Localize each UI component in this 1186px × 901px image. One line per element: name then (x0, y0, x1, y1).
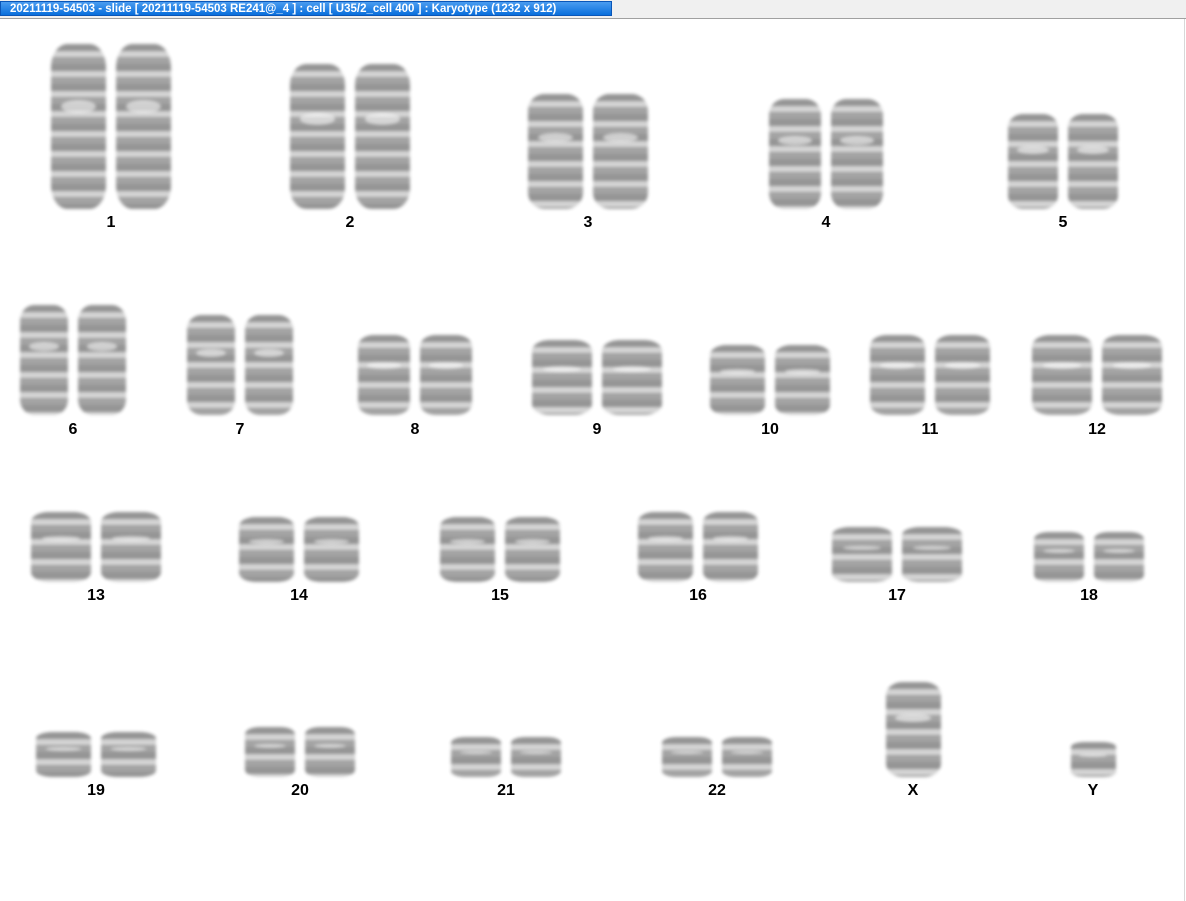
chromosome-pair-11[interactable] (870, 335, 990, 415)
chromosome-pair-13[interactable] (31, 512, 161, 582)
chromosome-label-7: 7 (235, 421, 245, 438)
chromosome-10-2[interactable] (775, 345, 830, 415)
chromosome-x-1[interactable] (885, 682, 941, 777)
chromosome-pair-19[interactable] (36, 732, 156, 777)
karyotype-canvas[interactable]: 1 2 3 4 5 6 7 8 9 10 11 12 13 14 15 16 17 18 19 20 21 22 X Y (0, 19, 1185, 901)
chromosome-y-1[interactable] (1070, 742, 1116, 777)
chromosome-label-9: 9 (592, 421, 602, 438)
window-title[interactable]: 20211119-54503 - slide [ 20211119-54503 … (0, 1, 612, 16)
chromosome-2-1[interactable] (290, 64, 345, 209)
chromosome-label-10: 10 (761, 421, 779, 438)
chromosome-pair-3[interactable] (528, 94, 648, 209)
chromosome-4-2[interactable] (831, 99, 883, 209)
chromosome-17-1[interactable] (832, 527, 892, 582)
chromosome-pair-y[interactable] (1070, 742, 1116, 777)
chromosome-label-17: 17 (888, 587, 906, 604)
chromosome-22-2[interactable] (722, 737, 772, 777)
chromosome-pair-16[interactable] (638, 512, 758, 582)
chromosome-14-2[interactable] (304, 517, 359, 582)
chromosome-label-15: 15 (491, 587, 509, 604)
chromosome-3-1[interactable] (528, 94, 583, 209)
chromosome-1-1[interactable] (51, 44, 106, 209)
chromosome-pair-15[interactable] (440, 517, 560, 582)
chromosome-17-2[interactable] (902, 527, 962, 582)
chromosome-7-2[interactable] (245, 315, 293, 415)
chromosome-label-13: 13 (87, 587, 105, 604)
chromosome-label-1: 1 (106, 214, 116, 231)
chromosome-pair-2[interactable] (290, 64, 410, 209)
chromosome-label-6: 6 (68, 421, 78, 438)
chromosome-16-1[interactable] (638, 512, 693, 582)
chromosome-pair-22[interactable] (662, 737, 772, 777)
chromosome-8-1[interactable] (358, 335, 410, 415)
chromosome-pair-12[interactable] (1032, 335, 1162, 415)
chromosome-10-1[interactable] (710, 345, 765, 415)
chromosome-pair-x[interactable] (885, 682, 941, 777)
chromosome-21-1[interactable] (451, 737, 501, 777)
chromosome-5-2[interactable] (1068, 114, 1118, 209)
chromosome-pair-8[interactable] (358, 335, 472, 415)
chromosome-5-1[interactable] (1008, 114, 1058, 209)
chromosome-label-2: 2 (345, 214, 355, 231)
chromosome-18-2[interactable] (1094, 532, 1144, 582)
chromosome-22-1[interactable] (662, 737, 712, 777)
chromosome-pair-1[interactable] (51, 44, 171, 209)
chromosome-21-2[interactable] (511, 737, 561, 777)
chromosome-label-20: 20 (291, 782, 309, 799)
chromosome-pair-20[interactable] (245, 727, 355, 777)
chromosome-13-1[interactable] (31, 512, 91, 582)
chromosome-label-5: 5 (1058, 214, 1068, 231)
chromosome-19-2[interactable] (101, 732, 156, 777)
chromosome-13-2[interactable] (101, 512, 161, 582)
chromosome-15-1[interactable] (440, 517, 495, 582)
chromosome-label-21: 21 (497, 782, 515, 799)
chromosome-label-18: 18 (1080, 587, 1098, 604)
chromosome-pair-6[interactable] (20, 305, 126, 415)
chromosome-20-2[interactable] (305, 727, 355, 777)
chromosome-label-3: 3 (583, 214, 593, 231)
chromosome-pair-21[interactable] (451, 737, 561, 777)
chromosome-label-x: X (907, 782, 919, 799)
chromosome-12-2[interactable] (1102, 335, 1162, 415)
chromosome-label-19: 19 (87, 782, 105, 799)
chromosome-7-1[interactable] (187, 315, 235, 415)
chromosome-9-2[interactable] (602, 340, 662, 415)
chromosome-pair-14[interactable] (239, 517, 359, 582)
chromosome-16-2[interactable] (703, 512, 758, 582)
chromosome-9-1[interactable] (532, 340, 592, 415)
window-title-bar: 20211119-54503 - slide [ 20211119-54503 … (0, 0, 1186, 19)
chromosome-label-22: 22 (708, 782, 726, 799)
chromosome-pair-7[interactable] (187, 315, 293, 415)
chromosome-8-2[interactable] (420, 335, 472, 415)
chromosome-19-1[interactable] (36, 732, 91, 777)
chromosome-label-8: 8 (410, 421, 420, 438)
chromosome-11-2[interactable] (935, 335, 990, 415)
chromosome-label-y: Y (1087, 782, 1099, 799)
chromosome-label-4: 4 (821, 214, 831, 231)
chromosome-1-2[interactable] (116, 44, 171, 209)
chromosome-14-1[interactable] (239, 517, 294, 582)
chromosome-11-1[interactable] (870, 335, 925, 415)
chromosome-label-14: 14 (290, 587, 308, 604)
chromosome-pair-9[interactable] (532, 340, 662, 415)
chromosome-6-2[interactable] (78, 305, 126, 415)
chromosome-label-16: 16 (689, 587, 707, 604)
chromosome-label-11: 11 (921, 421, 939, 438)
chromosome-15-2[interactable] (505, 517, 560, 582)
chromosome-2-2[interactable] (355, 64, 410, 209)
chromosome-pair-10[interactable] (710, 345, 830, 415)
chromosome-pair-17[interactable] (832, 527, 962, 582)
chromosome-label-12: 12 (1088, 421, 1106, 438)
chromosome-3-2[interactable] (593, 94, 648, 209)
chromosome-4-1[interactable] (769, 99, 821, 209)
chromosome-18-1[interactable] (1034, 532, 1084, 582)
chromosome-6-1[interactable] (20, 305, 68, 415)
chromosome-pair-5[interactable] (1008, 114, 1118, 209)
chromosome-pair-18[interactable] (1034, 532, 1144, 582)
chromosome-pair-4[interactable] (769, 99, 883, 209)
chromosome-12-1[interactable] (1032, 335, 1092, 415)
chromosome-20-1[interactable] (245, 727, 295, 777)
